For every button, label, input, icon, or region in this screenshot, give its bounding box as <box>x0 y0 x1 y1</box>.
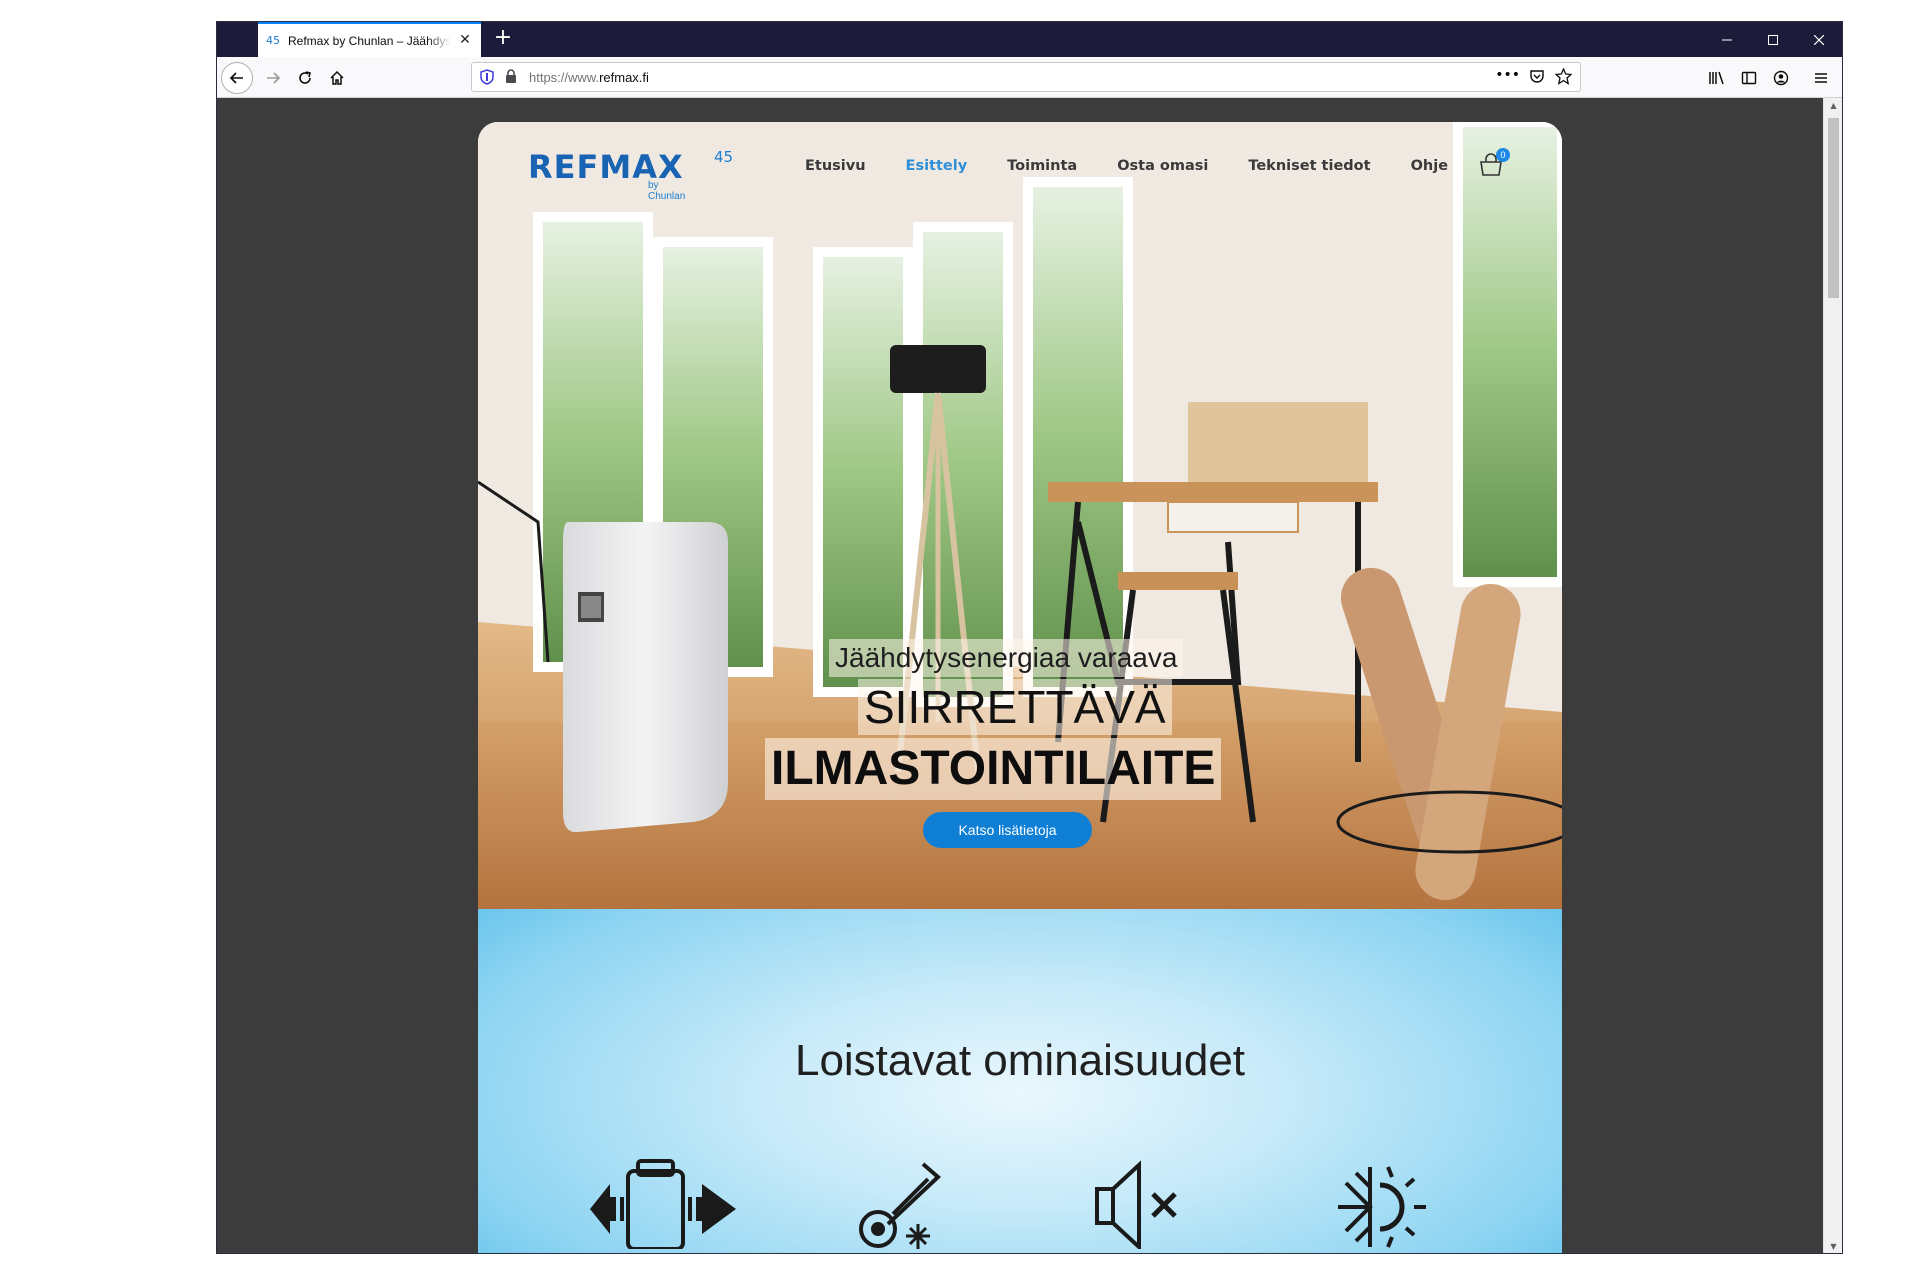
thermometer-cold-icon <box>853 1159 953 1253</box>
lock-icon[interactable] <box>505 69 517 88</box>
main-menu: Etusivu Esittely Toiminta Osta omasi Tek… <box>805 158 1488 174</box>
reload-icon[interactable] <box>291 64 319 92</box>
maximize-icon[interactable] <box>1750 22 1796 57</box>
forward-arrow-icon[interactable] <box>259 64 287 92</box>
menu-item-ohje[interactable]: Ohje <box>1411 158 1448 174</box>
new-tab-icon[interactable]: + <box>490 26 516 52</box>
logo-subtitle: by Chunlan <box>648 180 686 202</box>
menu-item-toiminta[interactable]: Toiminta <box>1007 158 1077 174</box>
cart-count-badge: 0 <box>1496 148 1510 162</box>
more-info-button[interactable]: Katso lisätietoja <box>923 812 1092 848</box>
scroll-down-icon[interactable]: ▼ <box>1824 1239 1842 1253</box>
hero-subheading: Jäähdytysenergiaa varaava <box>829 639 1184 677</box>
tab-title: Refmax by Chunlan – Jäähdystysenergiaa <box>288 33 451 48</box>
close-tab-icon[interactable]: ✕ <box>457 32 473 48</box>
scroll-up-icon[interactable]: ▲ <box>1824 98 1842 114</box>
menu-item-tekniset-tiedot[interactable]: Tekniset tiedot <box>1248 158 1370 174</box>
url-text: https://www.refmax.fi <box>529 70 649 85</box>
navigation-toolbar: https://www.refmax.fi ••• <box>217 57 1842 98</box>
menu-icon[interactable] <box>1807 64 1835 92</box>
logo-number: 45 <box>714 148 734 166</box>
page-scrollbar[interactable]: ▲ ▼ <box>1823 98 1842 1253</box>
menu-item-osta-omasi[interactable]: Osta omasi <box>1117 158 1208 174</box>
account-icon[interactable] <box>1767 64 1795 92</box>
url-prefix: https://www. <box>529 70 600 85</box>
menu-item-esittely[interactable]: Esittely <box>906 158 968 174</box>
pocket-icon[interactable] <box>1529 69 1545 89</box>
more-icon[interactable]: ••• <box>1495 67 1520 83</box>
bookmark-star-icon[interactable] <box>1554 67 1573 89</box>
url-bar[interactable]: https://www.refmax.fi ••• <box>471 62 1581 92</box>
features-section: Loistavat ominaisuudet <box>478 909 1562 1253</box>
library-icon[interactable] <box>1703 64 1731 92</box>
cart-icon[interactable]: 0 <box>1478 148 1510 182</box>
site-favicon-icon: 45 <box>266 34 280 47</box>
shield-icon[interactable] <box>480 69 494 89</box>
scrollbar-thumb[interactable] <box>1828 118 1839 298</box>
page-viewport[interactable]: REFMAX 45 by Chunlan Etusivu Esittely To… <box>217 98 1823 1253</box>
sidebar-icon[interactable] <box>1735 64 1763 92</box>
hero-heading-line2: ILMASTOINTILAITE <box>765 738 1222 800</box>
browser-tab[interactable]: 45 Refmax by Chunlan – Jäähdystysenergia… <box>258 22 481 57</box>
home-icon[interactable] <box>323 64 351 92</box>
close-window-icon[interactable] <box>1796 22 1842 57</box>
tab-bar: 45 Refmax by Chunlan – Jäähdystysenergia… <box>217 22 1842 57</box>
browser-window: 45 Refmax by Chunlan – Jäähdystysenergia… <box>216 21 1843 1254</box>
portable-unit-icon <box>588 1159 738 1253</box>
hero-heading-line1: SIIRRETTÄVÄ <box>858 679 1172 735</box>
back-arrow-icon[interactable] <box>221 62 253 94</box>
menu-item-etusivu[interactable]: Etusivu <box>805 158 866 174</box>
hero-section: REFMAX 45 by Chunlan Etusivu Esittely To… <box>478 122 1562 909</box>
web-page: REFMAX 45 by Chunlan Etusivu Esittely To… <box>478 122 1562 1253</box>
site-logo[interactable]: REFMAX 45 by Chunlan <box>528 148 733 202</box>
features-title: Loistavat ominaisuudet <box>794 1036 1246 1085</box>
url-domain: refmax.fi <box>599 70 649 85</box>
minimize-icon[interactable] <box>1704 22 1750 57</box>
silent-speaker-icon <box>1093 1159 1183 1253</box>
snow-sun-icon <box>1330 1159 1430 1253</box>
